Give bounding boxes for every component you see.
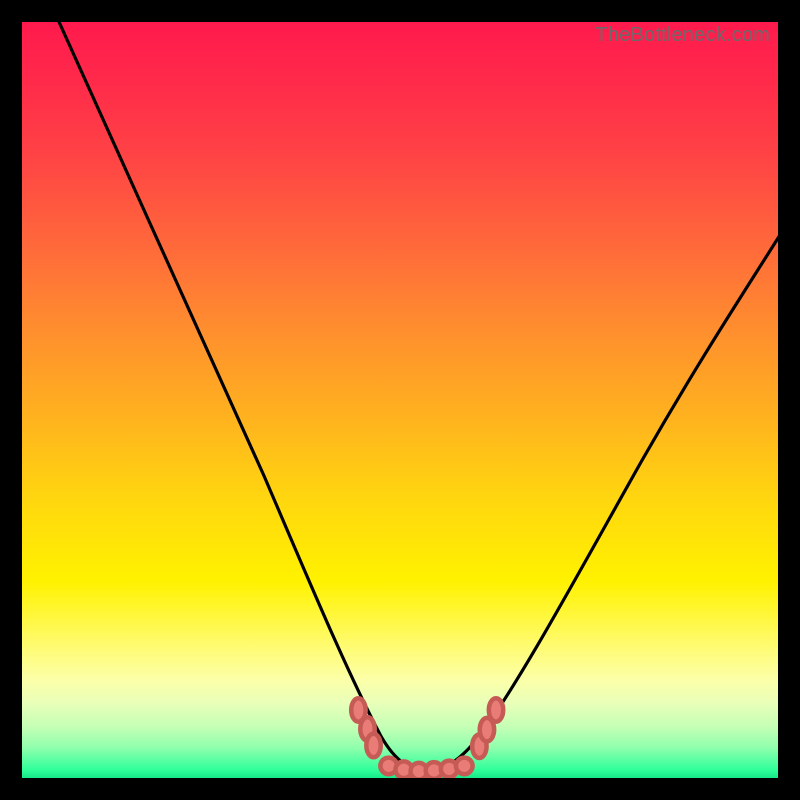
marker-point	[489, 698, 503, 721]
chart-frame: TheBottleneck.com	[0, 0, 800, 800]
marker-point	[456, 758, 473, 775]
curve-right	[426, 226, 778, 770]
optimal-range-markers	[351, 698, 503, 778]
curve-left	[52, 22, 426, 770]
plot-area: TheBottleneck.com	[22, 22, 778, 778]
marker-point	[366, 734, 380, 757]
bottleneck-curve	[22, 22, 778, 778]
